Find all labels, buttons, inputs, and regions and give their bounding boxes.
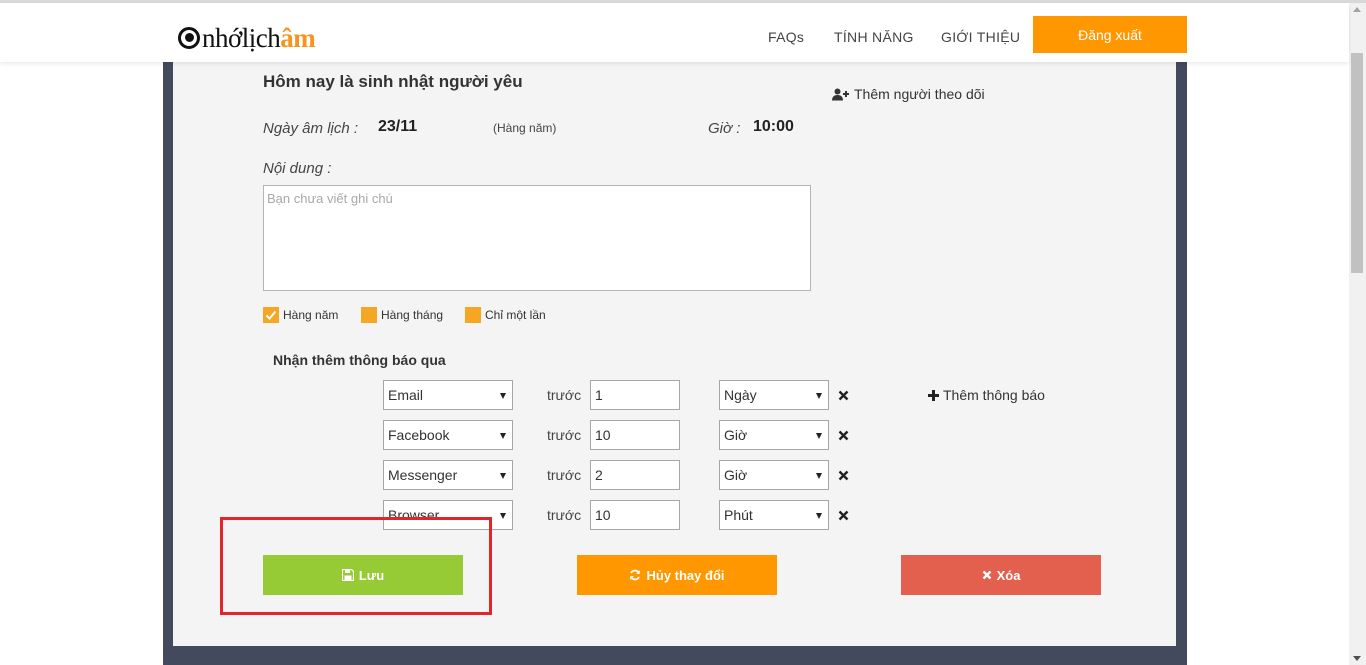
remove-icon[interactable] — [838, 390, 849, 401]
time-label: Giờ : — [708, 120, 741, 137]
select-value: Browser — [388, 507, 440, 523]
repeat-yearly-checkbox[interactable]: Hàng năm — [263, 307, 338, 323]
time-value: 10:00 — [753, 118, 794, 135]
amount-input[interactable]: 2 — [590, 460, 680, 490]
remove-icon[interactable] — [838, 510, 849, 521]
before-label: trước — [547, 427, 582, 443]
plus-icon — [928, 389, 939, 401]
unit-select[interactable]: Giờ — [719, 420, 829, 450]
add-notification-link[interactable]: Thêm thông báo — [928, 387, 1045, 403]
logout-button[interactable]: Đăng xuất — [1033, 16, 1187, 53]
content-label: Nội dung : — [263, 160, 332, 177]
save-label: Lưu — [358, 567, 385, 583]
before-label: trước — [547, 467, 582, 483]
channel-select-facebook[interactable]: Facebook — [383, 420, 513, 450]
site-logo[interactable]: nhớlịchâm — [178, 23, 316, 53]
checkbox-label: Hàng tháng — [381, 308, 444, 322]
nav-about[interactable]: GIỚI THIỆU — [941, 29, 1020, 45]
scroll-thumb[interactable] — [1351, 53, 1363, 273]
lunar-date-label: Ngày âm lịch : — [263, 120, 359, 137]
dropdown-arrow-icon — [500, 473, 506, 479]
nav-faqs[interactable]: FAQs — [768, 29, 804, 45]
floppy-disk-icon — [341, 569, 354, 581]
amount-input[interactable]: 1 — [590, 380, 680, 410]
channel-select-messenger[interactable]: Messenger — [383, 460, 513, 490]
dropdown-arrow-icon — [500, 513, 506, 519]
page-scrollbar[interactable] — [1349, 3, 1366, 665]
add-user-icon — [832, 88, 849, 100]
dropdown-arrow-icon — [500, 393, 506, 399]
channel-select-browser[interactable]: Browser — [383, 500, 513, 530]
checkbox-box — [263, 307, 279, 323]
site-header: nhớlịchâm FAQs TÍNH NĂNG GIỚI THIỆU Đăng… — [0, 3, 1349, 62]
discard-label: Hủy thay đổi — [646, 567, 725, 583]
channel-select-email[interactable]: Email — [383, 380, 513, 410]
lunar-date-value: 23/11 — [378, 118, 418, 135]
repeat-once-checkbox[interactable]: Chỉ một lần — [465, 307, 546, 323]
note-textarea[interactable] — [263, 185, 811, 291]
checkbox-label: Hàng năm — [283, 308, 339, 322]
close-icon — [982, 570, 991, 580]
logo-mark-icon — [178, 27, 200, 49]
delete-label: Xóa — [996, 567, 1021, 583]
select-value: Phút — [724, 507, 753, 523]
unit-select[interactable]: Phút — [719, 500, 829, 530]
amount-input[interactable]: 10 — [590, 500, 680, 530]
select-value: Facebook — [388, 427, 450, 443]
dropdown-arrow-icon — [816, 513, 822, 519]
repeat-monthly-checkbox[interactable]: Hàng tháng — [361, 307, 443, 323]
frame-bottom — [163, 655, 1187, 665]
select-value: Email — [388, 387, 424, 403]
notifications-title: Nhận thêm thông báo qua — [273, 352, 446, 368]
unit-select[interactable]: Ngày — [719, 380, 829, 410]
scroll-up-arrow-icon[interactable] — [1353, 7, 1361, 12]
amount-input[interactable]: 10 — [590, 420, 680, 450]
select-value: Giờ — [724, 427, 748, 443]
add-notification-label: Thêm thông báo — [943, 387, 1045, 403]
remove-icon[interactable] — [838, 430, 849, 441]
before-label: trước — [547, 387, 582, 403]
checkbox-box — [465, 307, 481, 323]
discard-changes-button[interactable]: Hủy thay đổi — [577, 555, 777, 595]
select-value: Ngày — [724, 387, 757, 403]
refresh-icon — [630, 569, 641, 581]
dropdown-arrow-icon — [816, 393, 822, 399]
check-icon — [265, 310, 277, 320]
event-title: Hôm nay là sinh nhật người yêu — [263, 72, 523, 91]
add-follower-link[interactable]: Thêm người theo dõi — [832, 86, 985, 102]
add-follower-label: Thêm người theo dõi — [854, 86, 985, 102]
select-value: Giờ — [724, 467, 748, 483]
repeat-note: (Hàng năm) — [493, 121, 557, 135]
select-value: Messenger — [388, 467, 458, 483]
scroll-down-arrow-icon[interactable] — [1353, 656, 1361, 661]
dropdown-arrow-icon — [816, 433, 822, 439]
unit-select[interactable]: Giờ — [719, 460, 829, 490]
remove-icon[interactable] — [838, 470, 849, 481]
save-button[interactable]: Lưu — [263, 555, 463, 595]
before-label: trước — [547, 507, 582, 523]
delete-button[interactable]: Xóa — [901, 555, 1101, 595]
nav-features[interactable]: TÍNH NĂNG — [834, 29, 914, 45]
checkbox-label: Chỉ một lần — [485, 308, 546, 322]
dropdown-arrow-icon — [816, 473, 822, 479]
checkbox-box — [361, 307, 377, 323]
dropdown-arrow-icon — [500, 433, 506, 439]
logo-text: nhớlịchâm — [202, 23, 316, 53]
